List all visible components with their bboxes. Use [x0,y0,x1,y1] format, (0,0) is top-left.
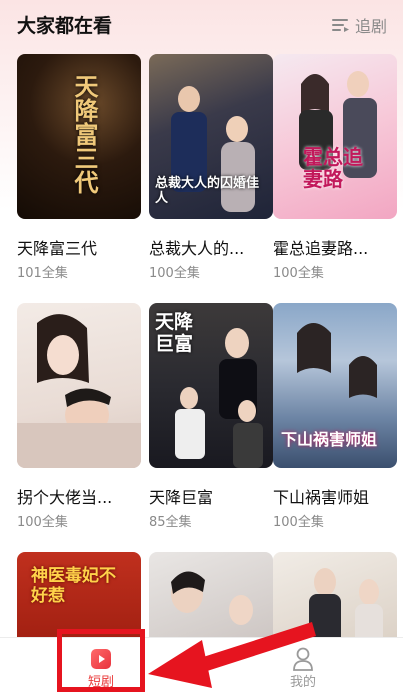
drama-card[interactable]: 拐个大佬当... 100全集 [17,303,141,530]
drama-episode-count: 101全集 [17,266,68,281]
drama-episode-count: 85全集 [149,515,192,530]
drama-title: 天降富三代 [17,239,98,258]
drama-card[interactable]: 天降巨富 天降巨富 85全集 [149,303,273,530]
tab-label: 我的 [289,675,316,690]
drama-poster [17,303,141,468]
drama-card[interactable]: 霍总追妻路 霍总追妻路... 100全集 [273,54,397,281]
drama-title: 天降巨富 [149,488,214,507]
drama-card[interactable]: 总裁大人的囚婚佳人 总裁大人的... 100全集 [149,54,273,281]
person-icon [293,647,313,671]
drama-poster: 霍总追妻路 [273,54,397,219]
poster-title: 下山祸害师姐 [281,430,378,449]
follow-list-icon [331,17,350,33]
tab-short-drama[interactable]: 短剧 [61,638,141,692]
drama-episode-count: 100全集 [149,266,200,281]
drama-title: 总裁大人的... [149,239,245,258]
drama-title: 霍总追妻路... [273,239,369,258]
follow-button[interactable]: 追剧 [331,13,387,37]
poster-title: 天降富三代 [70,74,98,194]
poster-title: 总裁大人的囚婚佳人 [155,176,260,206]
poster-title: 神医毒妃不好惹 [31,566,116,606]
drama-episode-count: 100全集 [273,266,324,281]
drama-episode-count: 100全集 [273,515,324,530]
drama-title: 拐个大佬当... [17,488,113,507]
poster-title: 霍总追妻路 [303,145,363,191]
poster-title: 天降巨富 [155,311,194,355]
drama-poster: 下山祸害师姐 [273,303,397,468]
section-title: 大家都在看 [17,15,113,37]
drama-title: 下山祸害师姐 [273,488,370,507]
drama-poster: 天降富三代 [17,54,141,219]
play-square-icon [91,649,111,669]
bottom-tab-bar: 短剧 我的 [0,637,403,692]
drama-poster: 天降巨富 [149,303,273,468]
section-header: 大家都在看 追剧 [0,0,403,46]
tab-label: 短剧 [87,675,114,690]
drama-poster: 总裁大人的囚婚佳人 [149,54,273,219]
drama-card[interactable]: 天降富三代 天降富三代 101全集 [17,54,141,281]
follow-label: 追剧 [354,17,387,36]
drama-episode-count: 100全集 [17,515,68,530]
drama-card[interactable]: 下山祸害师姐 下山祸害师姐 100全集 [273,303,397,530]
tab-mine[interactable]: 我的 [263,638,343,692]
